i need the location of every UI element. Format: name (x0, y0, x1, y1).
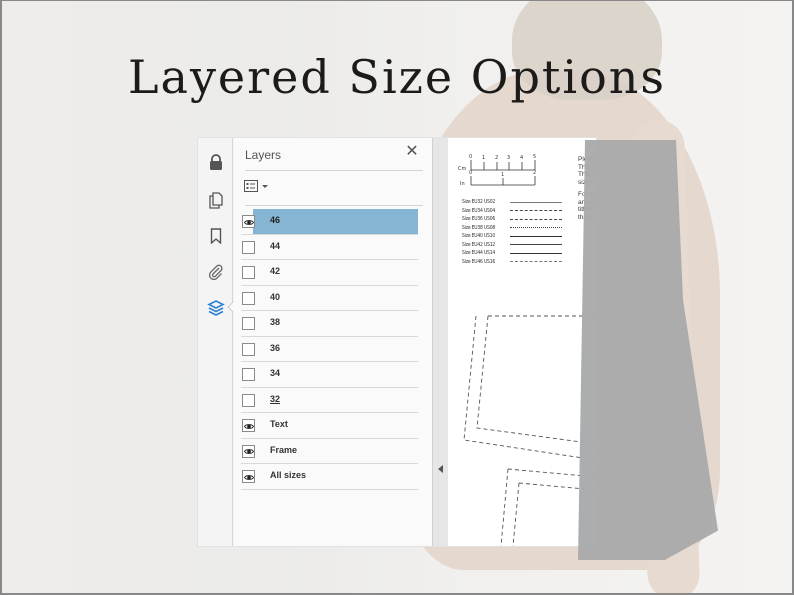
tick-label: 0 (469, 154, 473, 160)
layer-name: All sizes (270, 470, 307, 480)
visibility-toggle[interactable] (242, 215, 255, 228)
bookmark-icon[interactable] (206, 226, 226, 246)
layer-row-32[interactable]: 32 (241, 388, 418, 413)
visibility-toggle[interactable] (242, 419, 255, 432)
line-sample (510, 227, 562, 229)
layer-row-46[interactable]: 46 (241, 209, 418, 235)
line-sample (510, 244, 562, 246)
legend-row: Size EU38 US08 (462, 224, 562, 233)
line-sample (510, 235, 562, 237)
legend-label: Size EU40 US10 (462, 233, 496, 240)
layer-row-44[interactable]: 44 (241, 235, 418, 260)
pattern-outlines (463, 315, 596, 546)
tick-label: 1 (482, 155, 486, 161)
visibility-toggle[interactable] (242, 470, 255, 483)
ruler-unit-in: In (460, 181, 465, 187)
legend-row: Size EU36 US06 (462, 215, 562, 224)
ruler-unit-cm: Cm (458, 166, 467, 172)
legend-row: Size EU40 US10 (462, 232, 562, 241)
line-sample (510, 210, 562, 212)
visibility-checkbox[interactable] (242, 291, 255, 305)
paperclip-icon[interactable] (206, 262, 226, 282)
legend-label: Size EU38 US08 (462, 224, 496, 231)
visibility-checkbox[interactable] (242, 240, 255, 254)
close-icon[interactable]: ✕ (404, 144, 420, 160)
legend-label: Size EU42 US12 (462, 241, 496, 248)
layer-options-button[interactable] (244, 178, 274, 194)
visibility-checkbox[interactable] (242, 393, 255, 407)
eye-icon (243, 417, 254, 435)
chevron-down-icon (262, 184, 268, 188)
eye-icon (243, 213, 254, 231)
line-sample (510, 261, 562, 263)
layers-panel: Layers ✕ 46 44 42 40 38 36 34 32 Text Fr… (234, 138, 432, 546)
legend-label: Size EU46 US16 (462, 258, 496, 265)
line-sample (510, 252, 562, 254)
layer-name: 38 (270, 317, 281, 327)
tick-label: 4 (520, 155, 524, 161)
layer-name: 34 (270, 368, 281, 378)
layer-name: 44 (270, 240, 281, 251)
legend-label: Size EU36 US06 (462, 216, 496, 223)
layer-name: 32 (270, 393, 281, 404)
tick-label: 1 (501, 172, 505, 178)
layer-row-frame[interactable]: Frame (241, 439, 418, 464)
layers-icon[interactable] (206, 298, 226, 318)
layer-row-40[interactable]: 40 (241, 286, 418, 311)
legend-row: Size EU42 US12 (462, 241, 562, 250)
layer-name: 36 (270, 342, 281, 353)
layer-name: Frame (270, 444, 298, 455)
size-legend: Size EU32 US02 Size EU34 US04 Size EU36 … (462, 198, 562, 266)
legend-label: Size EU44 US14 (462, 250, 496, 257)
layer-row-42[interactable]: 42 (241, 260, 418, 286)
tick-label: 3 (507, 155, 511, 161)
cm-ruler (470, 160, 536, 171)
navigation-rail (198, 138, 239, 546)
tick-label: 0 (469, 170, 473, 176)
panel-splitter[interactable] (432, 138, 448, 546)
tick-label: 2 (495, 155, 499, 161)
legend-row: Size EU44 US14 (462, 249, 562, 258)
legend-row: Size EU32 US02 (462, 198, 562, 207)
visibility-toggle[interactable] (242, 442, 255, 460)
document-page: Cm 0 1 2 3 4 5 In 0 1 2 Size EU32 US02 S… (448, 138, 596, 546)
divider (245, 170, 423, 171)
divider (245, 205, 423, 206)
eye-icon (243, 442, 254, 460)
layer-name: 42 (270, 266, 281, 276)
tick-label: 2 (533, 170, 537, 176)
visibility-checkbox[interactable] (242, 317, 255, 330)
lock-icon[interactable] (206, 152, 226, 172)
pdf-viewer: Layers ✕ 46 44 42 40 38 36 34 32 Text Fr… (198, 138, 596, 546)
legend-label: Size EU34 US04 (462, 207, 496, 214)
pages-icon[interactable] (206, 190, 226, 210)
layers-list: 46 44 42 40 38 36 34 32 Text Frame All s… (241, 209, 418, 490)
layer-row-38[interactable]: 38 (241, 311, 418, 337)
legend-label: Size EU32 US02 (462, 199, 496, 206)
eye-icon (243, 468, 254, 486)
legend-row: Size EU46 US16 (462, 258, 562, 267)
legend-row: Size EU34 US04 (462, 207, 562, 216)
collapse-arrow-icon[interactable] (438, 465, 443, 473)
visibility-checkbox[interactable] (242, 368, 255, 381)
tick-label: 5 (533, 154, 537, 160)
line-sample (510, 201, 562, 203)
layer-name: 40 (270, 291, 281, 302)
layer-row-34[interactable]: 34 (241, 362, 418, 388)
layer-options-icon (244, 180, 258, 192)
layer-row-all-sizes[interactable]: All sizes (241, 464, 418, 490)
visibility-checkbox[interactable] (242, 266, 255, 279)
line-sample (510, 218, 562, 220)
headline: Layered Size Options (127, 50, 667, 104)
layer-row-text[interactable]: Text (241, 413, 418, 439)
layer-name: Text (270, 419, 288, 429)
layer-row-36[interactable]: 36 (241, 337, 418, 362)
layer-name: 46 (270, 215, 281, 225)
visibility-checkbox[interactable] (242, 342, 255, 356)
panel-title: Layers (245, 148, 282, 162)
